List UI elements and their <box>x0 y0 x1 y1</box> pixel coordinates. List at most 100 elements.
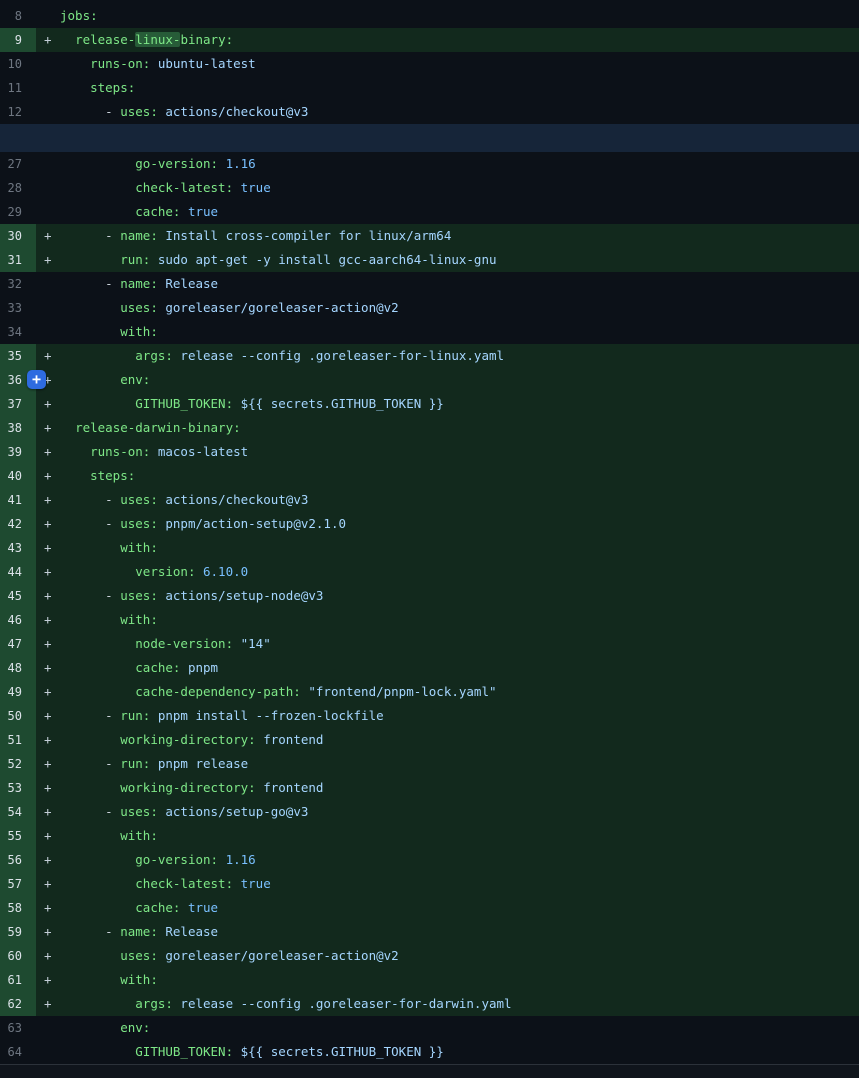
code-text: go-version: 1.16 <box>60 152 859 176</box>
code-token: with: <box>120 828 158 843</box>
line-number[interactable]: 29 <box>0 200 36 224</box>
line-number[interactable]: 12 <box>0 100 36 124</box>
code-text: jobs: <box>60 4 859 28</box>
code-token: Release <box>158 276 218 291</box>
line-number[interactable]: 38 <box>0 416 36 440</box>
code-token: pnpm <box>180 660 218 675</box>
code-token: 1.16 <box>218 852 256 867</box>
code-token: actions/setup-go@v3 <box>158 804 309 819</box>
code-token: cache: <box>135 660 180 675</box>
code-token: cache-dependency-path: <box>135 684 301 699</box>
line-number[interactable]: 49 <box>0 680 36 704</box>
line-number[interactable]: 51 <box>0 728 36 752</box>
code-token: GITHUB_TOKEN: <box>135 1044 233 1059</box>
code-token <box>60 660 135 675</box>
diff-marker-empty <box>36 1040 60 1064</box>
line-number[interactable]: 40 <box>0 464 36 488</box>
line-number[interactable]: 59 <box>0 920 36 944</box>
code-token: macos-latest <box>150 444 248 459</box>
line-number[interactable]: 64 <box>0 1040 36 1064</box>
expand-hidden-lines-row[interactable] <box>0 124 859 152</box>
line-number[interactable]: 44 <box>0 560 36 584</box>
addition-marker: + <box>36 584 60 608</box>
line-number[interactable]: 57 <box>0 872 36 896</box>
code-token: GITHUB_TOKEN: <box>135 396 233 411</box>
diff-line: 40+ steps: <box>0 464 859 488</box>
line-number[interactable]: 43 <box>0 536 36 560</box>
code-token: - <box>60 492 120 507</box>
line-number[interactable]: 47 <box>0 632 36 656</box>
code-token: true <box>180 900 218 915</box>
code-token: uses: <box>120 588 158 603</box>
line-number[interactable]: 42 <box>0 512 36 536</box>
line-number[interactable]: 52 <box>0 752 36 776</box>
line-number[interactable]: 50 <box>0 704 36 728</box>
addition-marker: + <box>36 728 60 752</box>
line-number[interactable]: 28 <box>0 176 36 200</box>
diff-line: 10 runs-on: ubuntu-latest <box>0 52 859 76</box>
code-token: uses: <box>120 804 158 819</box>
line-number[interactable]: 37 <box>0 392 36 416</box>
line-number[interactable]: 60 <box>0 944 36 968</box>
addition-marker: + <box>36 896 60 920</box>
line-number[interactable]: 41 <box>0 488 36 512</box>
diff-line: 45+ - uses: actions/setup-node@v3 <box>0 584 859 608</box>
code-token <box>60 852 135 867</box>
line-number[interactable]: 63 <box>0 1016 36 1040</box>
code-text: check-latest: true <box>60 176 859 200</box>
addition-marker: + <box>36 560 60 584</box>
code-token: frontend <box>256 780 324 795</box>
line-number[interactable]: 61 <box>0 968 36 992</box>
line-number[interactable]: 48 <box>0 656 36 680</box>
diff-marker-empty <box>36 320 60 344</box>
code-token: true <box>233 180 271 195</box>
line-number[interactable]: 62 <box>0 992 36 1016</box>
line-number[interactable]: 55 <box>0 824 36 848</box>
code-token: run: <box>120 708 150 723</box>
line-number[interactable]: 56 <box>0 848 36 872</box>
line-number[interactable]: 35 <box>0 344 36 368</box>
code-text: steps: <box>60 464 859 488</box>
diff-marker-empty <box>36 100 60 124</box>
code-token <box>60 180 135 195</box>
code-token: Release <box>158 924 218 939</box>
diff-line: 39+ runs-on: macos-latest <box>0 440 859 464</box>
diff-line: 8 jobs: <box>0 4 859 28</box>
line-number[interactable]: 39 <box>0 440 36 464</box>
code-token: frontend <box>256 732 324 747</box>
code-token: env: <box>120 372 150 387</box>
code-token: with: <box>120 540 158 555</box>
diff-marker-empty <box>36 272 60 296</box>
add-comment-button[interactable]: + <box>27 370 46 389</box>
line-number[interactable]: 58 <box>0 896 36 920</box>
line-number[interactable]: 32 <box>0 272 36 296</box>
code-token: args: <box>135 348 173 363</box>
code-token: - <box>60 804 120 819</box>
line-number[interactable]: 33 <box>0 296 36 320</box>
diff-line: 29 cache: true <box>0 200 859 224</box>
addition-marker: + <box>36 680 60 704</box>
code-token <box>60 444 90 459</box>
code-token: pnpm install --frozen-lockfile <box>150 708 383 723</box>
code-token: name: <box>120 924 158 939</box>
diff-line: 32 - name: Release <box>0 272 859 296</box>
line-number[interactable]: 30 <box>0 224 36 248</box>
line-number[interactable]: 46 <box>0 608 36 632</box>
line-number[interactable]: 11 <box>0 76 36 100</box>
line-number[interactable]: 10 <box>0 52 36 76</box>
code-text: - name: Install cross-compiler for linux… <box>60 224 859 248</box>
code-text: args: release --config .goreleaser-for-l… <box>60 344 859 368</box>
line-number[interactable]: 9 <box>0 28 36 52</box>
line-number[interactable]: 45 <box>0 584 36 608</box>
line-number[interactable]: 54 <box>0 800 36 824</box>
code-token: ${{ secrets.GITHUB_TOKEN }} <box>233 396 444 411</box>
line-number[interactable]: 53 <box>0 776 36 800</box>
code-token: uses: <box>120 104 158 119</box>
line-number[interactable]: 31 <box>0 248 36 272</box>
line-number[interactable]: 27 <box>0 152 36 176</box>
line-number[interactable]: 8 <box>0 4 36 28</box>
line-number[interactable]: 34 <box>0 320 36 344</box>
code-token <box>60 636 135 651</box>
diff-line: 49+ cache-dependency-path: "frontend/pnp… <box>0 680 859 704</box>
code-token <box>60 948 120 963</box>
